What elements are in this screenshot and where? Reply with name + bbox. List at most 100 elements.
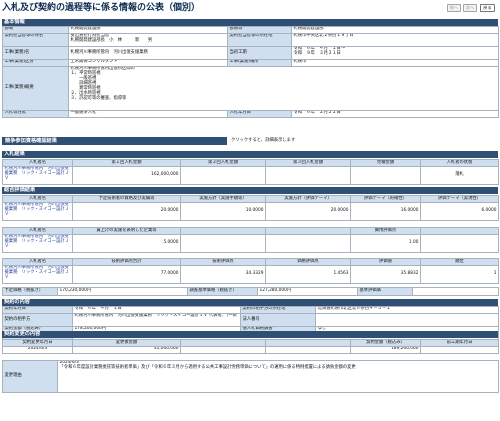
eval1-value-1: 20.0000 (72, 202, 181, 221)
planned-price-value: 170,230,000円 (57, 287, 188, 296)
contract-heading: 契約の内容 (2, 299, 498, 306)
contractor-address-label: 契約の相手方の所在地 (240, 306, 316, 314)
bid-amount-third (265, 166, 351, 185)
officer-address-label: 契約担当官等の所在地 (227, 33, 292, 47)
changes-table: 契約変更年月日 変更後金額 契約金額（税込み） 前工期年月日 2024/6/3 … (2, 339, 499, 354)
work-place-label: 工事(業務)場所 (227, 59, 292, 67)
bid-estimate (350, 166, 421, 185)
back-button[interactable]: 戻る (480, 4, 495, 12)
competition-result-toggle[interactable]: 競争参加資格確認結果 クリックすると、詳細表示します (2, 137, 498, 145)
prev-button[interactable]: 前へ (447, 4, 461, 12)
eval2-col-4: 費用評価点 (350, 227, 421, 235)
competition-result-heading[interactable]: 競争参加資格確認結果 (2, 137, 227, 145)
evaluation-table-3: 入札者名 技術評価点合計 技術評価点 価格評価点 評価値 順位 札幌河川事務所管… (2, 258, 499, 284)
eval3-col-2: 技術評価点 (180, 258, 266, 266)
eval1-value-3: 20.0000 (265, 202, 351, 221)
evaluation-table-2: 入札者名 賃上げの実施を表明した企業等 費用評価点 札幌河川事務所管内 河川出張… (2, 227, 499, 253)
eval3-bidder-link[interactable]: 札幌河川事務所管内 河川出張支援業務 リック・スイコー設計ＪＶ (2, 265, 73, 284)
change-value-3 (265, 346, 351, 354)
eval2-col-3 (265, 227, 351, 235)
change-after-amount: 31,000,000 (72, 346, 181, 354)
eval2-col-2 (180, 227, 266, 235)
bid-col-status: 入札者の状態 (420, 159, 499, 167)
eval2-value-1: 5.0000 (72, 234, 181, 253)
eval3-col-4: 評価値 (350, 258, 421, 266)
work-category-value: 土木関係コンサルタント (68, 59, 228, 67)
change-col-3 (265, 339, 351, 347)
bid-result-table: 入札者名 第１回入札金額 第２回入札金額 第３回入札金額 見積金額 入札者の状態… (2, 159, 499, 185)
contractor-address-value: 北海道札幌市北区北６条西４－５－１ (315, 306, 499, 314)
eval1-value-4: 16.0000 (350, 202, 421, 221)
dept-group-value: 札幌開発建設部 (291, 26, 499, 34)
contract-date-value: 令和 ６年 ４月 １日 (72, 306, 241, 314)
eval1-col-3: 実施方針（評価テーマ） (265, 195, 351, 203)
eval2-value-5 (420, 234, 499, 253)
eval1-col-5: 評価テーマ（実現性） (420, 195, 499, 203)
evaluation-heading: 総合評価結果 (2, 187, 498, 194)
eval1-bidder-link[interactable]: 札幌河川事務所管内 河川出張支援業務 リック・スイコー設計ＪＶ (2, 202, 73, 221)
basic-info-table: 部局 札幌開発建設部 部局等 札幌開発建設部 契約担当官等の氏名 支出負担行為担… (2, 26, 499, 118)
eval1-value-2: 10.0000 (180, 202, 266, 221)
change-col-date: 契約変更年月日 (2, 339, 73, 347)
changes-heading: 契約変更の内容 (2, 331, 498, 338)
base-price-value: 127,280,000円 (257, 287, 358, 296)
work-summary-value: 札幌河川事務所管内出張所区間の １、平常時巡視 一般巡視 詳細巡視 異常時巡視 … (68, 66, 499, 111)
eval3-value-2: 34.3329 (180, 265, 266, 284)
eval3-value-1: 77.0000 (72, 265, 181, 284)
eval2-bidder-link[interactable]: 札幌河川事務所管内 河川出張支援業務 リック・スイコー設計ＪＶ (2, 234, 73, 253)
change-reason-label: 変更理由 (2, 360, 58, 393)
work-category-label: 工事(業務)区分 (2, 59, 69, 67)
planned-price-label: 予定価格（税抜き） (2, 287, 58, 296)
bid-method-label: 入札等方式 (2, 110, 69, 118)
eval2-col-name: 入札者名 (2, 227, 73, 235)
bid-amount-second (180, 166, 266, 185)
competition-result-hint: クリックすると、詳細表示します (231, 138, 296, 143)
eval2-col-1: 賃上げの実施を表明した企業等 (72, 227, 181, 235)
change-prev-date (420, 346, 499, 354)
officer-address-value: 札幌市中央区北２条西１９丁目 (291, 33, 499, 47)
page-header: 入札及び契約の過程等に係る情報の公表（個別） 前へ 次へ 戻る (0, 0, 500, 17)
bid-col-name: 入札者名 (2, 159, 73, 167)
work-summary-label: 工事(業務)概要 (2, 66, 69, 111)
bid-status: 落札 (420, 166, 499, 185)
low-price-value (412, 287, 499, 296)
dept-value: 札幌開発建設部 (68, 26, 228, 34)
basic-info-heading: 基本情報 (2, 19, 498, 26)
initial-period-label: 当初工期 (227, 46, 292, 60)
work-name-label: 工事(業務)名 (2, 46, 69, 60)
eval3-col-5: 順位 (420, 258, 499, 266)
table-row: 札幌河川事務所管内 河川出張支援業務 リック・スイコー設計ＪＶ 5.0000 1… (2, 234, 499, 253)
change-col-after: 変更後金額 (72, 339, 181, 347)
dept-group-label: 部局等 (227, 26, 292, 34)
table-row: 札幌河川事務所管内 河川出張支援業務 リック・スイコー設計ＪＶ 77.0000 … (2, 265, 499, 284)
corp-number-value (315, 313, 499, 327)
bid-amount-first: 162,000,000 (72, 166, 181, 185)
eval3-col-3: 価格評価点 (265, 258, 351, 266)
work-place-value: 札幌市 (291, 59, 499, 67)
eval3-value-3: 1.4563 (265, 265, 351, 284)
eval1-col-2: 実施方針（実施手順等） (180, 195, 266, 203)
bid-method-value: 一般競争入札 (68, 110, 228, 118)
eval1-col-name: 入札者名 (2, 195, 73, 203)
bid-date-value: 令和 ６年 ２月２２日 (291, 110, 499, 118)
evaluation-table-1: 入札者名 予定技術者の資格及び実績等 実施方針（実施手順等） 実施方針（評価テー… (2, 195, 499, 221)
bid-col-third: 第３回入札金額 (265, 159, 351, 167)
base-price-label: 調査基準価格（税抜き） (187, 287, 258, 296)
eval3-value-4: 35.8832 (350, 265, 421, 284)
next-button[interactable]: 次へ (463, 4, 477, 12)
price-table: 予定価格（税抜き） 170,230,000円 調査基準価格（税抜き） 127,2… (2, 287, 499, 296)
bidder-name-link[interactable]: 札幌河川事務所管内 河川出張支援業務 リック・スイコー設計ＪＶ (2, 166, 73, 185)
eval2-col-5 (420, 227, 499, 235)
eval2-value-3 (265, 234, 351, 253)
change-col-prev: 前工期年月日 (420, 339, 499, 347)
eval1-value-5: 6.0000 (420, 202, 499, 221)
eval3-value-5: 1 (420, 265, 499, 284)
corp-number-label: 法人番号 (240, 313, 316, 327)
initial-period-value: 令和 ６年 ４月 １日～ 令和 ９年 ３月３１日 (291, 46, 499, 60)
change-reason-value: 2024/6/3 「令和６年度設計業務委託等技術者単価」及び「令和６年３月から適… (57, 360, 499, 393)
officer-name-value: 支出負担行為担当官 札幌開発建設部長 小 林 新 男 (68, 33, 228, 47)
eval3-col-1: 技術評価点合計 (72, 258, 181, 266)
table-row: 2024/6/3 31,000,000 189,200,000 (2, 346, 499, 354)
work-name-value: 札幌河川事務所管内 河川出張支援業務 (68, 46, 228, 60)
change-col-2 (180, 339, 266, 347)
